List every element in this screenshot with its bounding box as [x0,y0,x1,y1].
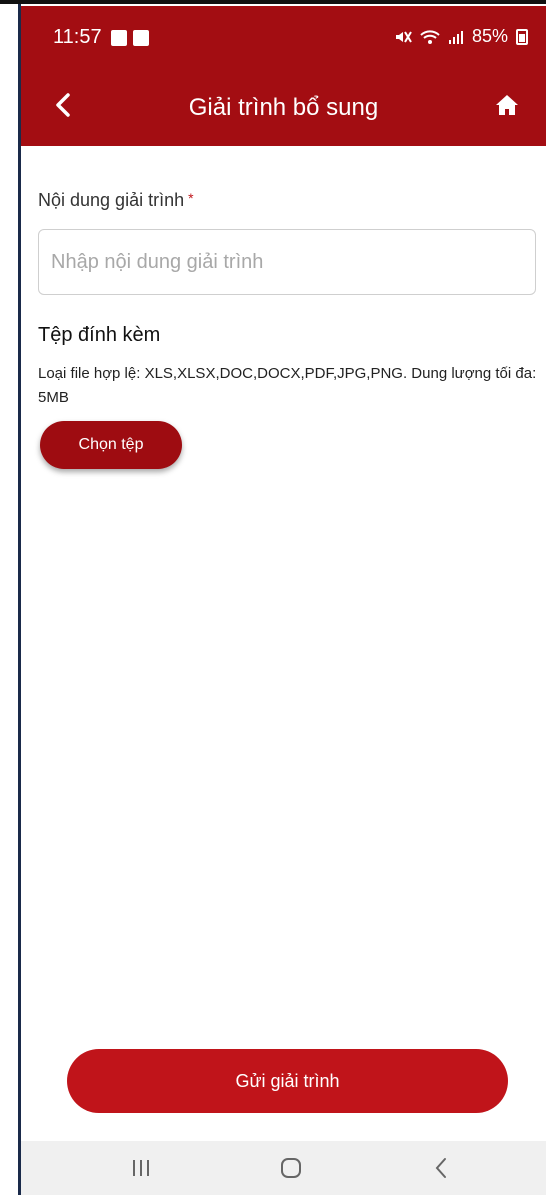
recents-button[interactable] [125,1153,157,1183]
home-icon [496,95,518,115]
mute-icon [395,30,412,43]
back-chevron-icon [435,1158,446,1178]
content-label-text: Nội dung giải trình [38,190,185,210]
nav-bar: Giải trình bổ sung [21,70,546,146]
system-back-button[interactable] [425,1153,457,1183]
chevron-left-icon [56,93,70,117]
check-notification-icon [133,30,149,46]
battery-icon [516,28,528,45]
recents-icon [133,1160,149,1176]
home-circle-icon [281,1158,301,1178]
page-title: Giải trình bổ sung [188,94,379,121]
gallery-notification-icon [111,30,127,46]
battery-percent: 85% [471,26,508,46]
submit-button[interactable]: Gửi giải trình [67,1049,508,1113]
home-button[interactable] [492,90,522,120]
attachment-title: Tệp đính kèm [38,324,161,346]
attachment-description: Loại file hợp lệ: XLS,XLSX,DOC,DOCX,PDF,… [38,365,537,406]
choose-file-button[interactable]: Chọn tệp [40,421,182,469]
status-bar: 11:57 85% [21,6,546,70]
required-mark: * [188,190,194,206]
content-input[interactable] [38,229,536,295]
system-home-button[interactable] [275,1153,307,1183]
app-bar: 11:57 85% Giải trình bổ sung [21,6,546,146]
status-time: 11:57 [53,26,102,48]
content-label: Nội dung giải trình * [38,190,194,211]
app-frame: 11:57 85% Giải trình bổ sung Nội dung gi… [0,0,546,1195]
system-nav-bar [21,1141,546,1195]
top-border [0,0,546,4]
signal-icon [448,30,463,44]
status-right: 85% [394,26,528,47]
phone-screen: 11:57 85% Giải trình bổ sung Nội dung gi… [21,6,546,1195]
wifi-icon [420,29,440,44]
back-button[interactable] [47,90,77,120]
